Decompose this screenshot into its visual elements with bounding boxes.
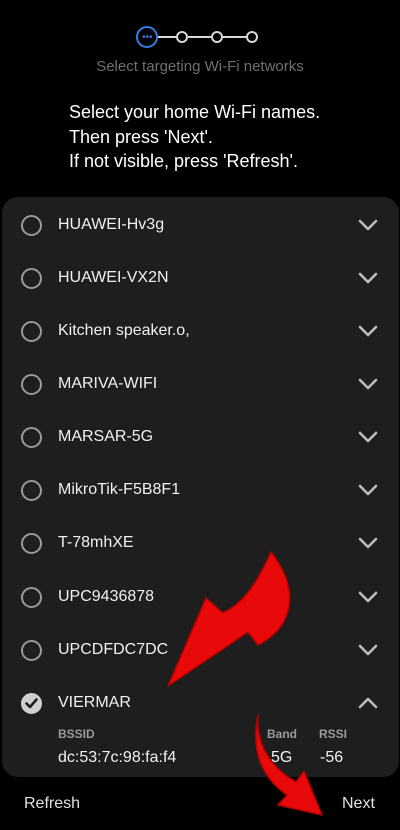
- chevron-down-icon[interactable]: [357, 429, 379, 445]
- radio-button[interactable]: [21, 374, 42, 395]
- radio-button[interactable]: [21, 533, 42, 554]
- network-item[interactable]: MikroTik-F5B8F1: [2, 464, 399, 517]
- chevron-down-icon[interactable]: [357, 376, 379, 392]
- radio-button[interactable]: [21, 215, 42, 236]
- radio-button-checked[interactable]: [21, 693, 42, 714]
- chevron-down-icon[interactable]: [357, 217, 379, 233]
- network-name: MARIVA-WIFI: [58, 375, 158, 392]
- stepper-line: [223, 36, 246, 38]
- network-item[interactable]: UPCDFDC7DC: [2, 624, 399, 677]
- chevron-down-icon[interactable]: [357, 482, 379, 498]
- network-name: Kitchen speaker.o,: [58, 322, 190, 339]
- network-name: HUAWEI-VX2N: [58, 269, 169, 286]
- network-list: HUAWEI-Hv3g HUAWEI-VX2N Kitchen speaker.…: [2, 197, 399, 777]
- network-name: MARSAR-5G: [58, 428, 154, 445]
- network-name: VIERMAR: [58, 694, 131, 711]
- checkmark-icon: [25, 698, 38, 709]
- instruction-line: Then press 'Next'.: [69, 126, 213, 147]
- network-name: HUAWEI-Hv3g: [58, 216, 165, 233]
- network-item-selected[interactable]: VIERMAR: [2, 677, 399, 730]
- bottom-bar: Refresh Next: [0, 780, 400, 830]
- network-name: T-78mhXE: [58, 534, 134, 551]
- radio-button[interactable]: [21, 321, 42, 342]
- step-caption: Select targeting Wi-Fi networks: [96, 58, 304, 75]
- chevron-down-icon[interactable]: [357, 535, 379, 551]
- network-item[interactable]: UPC9436878: [2, 571, 399, 624]
- radio-button[interactable]: [21, 268, 42, 289]
- stepper-line: [188, 36, 211, 38]
- network-item[interactable]: T-78mhXE: [2, 517, 399, 570]
- network-item[interactable]: MARIVA-WIFI: [2, 358, 399, 411]
- rssi-value: -56: [320, 749, 344, 766]
- bssid-label: BSSID: [58, 727, 95, 741]
- rssi-label: RSSI: [319, 727, 348, 741]
- stepper-step: [211, 31, 223, 43]
- band-value: 5G: [271, 749, 293, 766]
- stepper-line: [158, 36, 176, 38]
- progress-stepper: •••: [0, 26, 400, 48]
- stepper-step: [246, 31, 258, 43]
- instruction-line: If not visible, press 'Refresh'.: [69, 151, 298, 171]
- bssid-value: dc:53:7c:98:fa:f4: [58, 749, 177, 766]
- chevron-down-icon[interactable]: [357, 642, 379, 658]
- radio-button[interactable]: [21, 427, 42, 448]
- refresh-button[interactable]: Refresh: [24, 795, 80, 813]
- radio-button[interactable]: [21, 587, 42, 608]
- stepper-step: [176, 31, 188, 43]
- network-name: UPC9436878: [58, 588, 155, 605]
- instruction-line: Select your home Wi-Fi names.: [69, 102, 321, 122]
- network-item[interactable]: HUAWEI-VX2N: [2, 252, 399, 305]
- stepper-step-current: •••: [136, 26, 158, 48]
- network-item[interactable]: HUAWEI-Hv3g: [2, 199, 399, 252]
- chevron-up-icon[interactable]: [357, 695, 379, 711]
- network-item[interactable]: MARSAR-5G: [2, 411, 399, 464]
- chevron-down-icon[interactable]: [357, 323, 379, 339]
- radio-button[interactable]: [21, 640, 42, 661]
- network-name: UPCDFDC7DC: [58, 641, 169, 658]
- band-label: Band: [267, 727, 297, 741]
- radio-button[interactable]: [21, 480, 42, 501]
- chevron-down-icon[interactable]: [357, 270, 379, 286]
- network-item[interactable]: Kitchen speaker.o,: [2, 305, 399, 358]
- chevron-down-icon[interactable]: [357, 589, 379, 605]
- network-name: MikroTik-F5B8F1: [58, 481, 181, 498]
- instructions: Select your home Wi-Fi names. Then press…: [69, 100, 320, 174]
- next-button[interactable]: Next: [342, 795, 375, 813]
